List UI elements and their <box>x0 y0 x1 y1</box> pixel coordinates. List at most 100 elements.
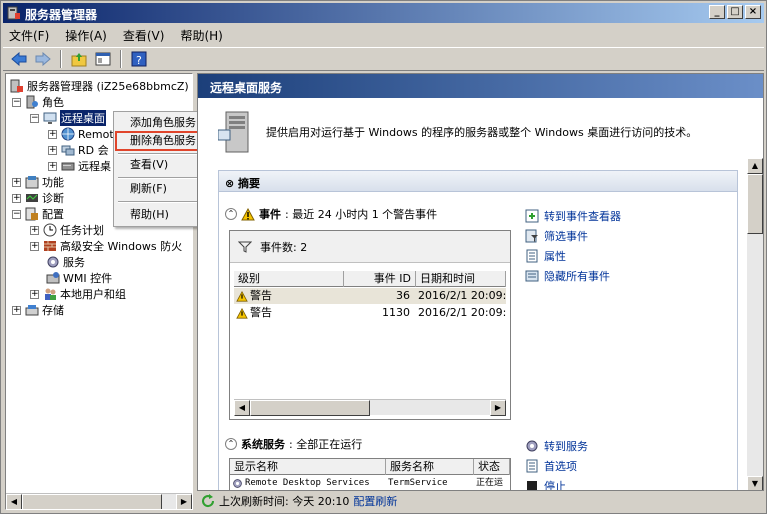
back-button[interactable] <box>9 49 29 69</box>
server-icon <box>218 111 249 153</box>
expand-toggle[interactable]: + <box>30 289 39 299</box>
folder-up-icon <box>71 53 87 67</box>
filter-icon[interactable] <box>238 241 252 253</box>
column-status[interactable]: 状态 <box>474 459 510 475</box>
action-properties[interactable]: 属性 <box>525 248 566 264</box>
event-id: 1130 <box>382 306 410 319</box>
scroll-thumb[interactable] <box>250 400 370 416</box>
column-service-name[interactable]: 服务名称 <box>386 459 474 475</box>
action-filter-events[interactable]: 筛选事件 <box>525 228 588 244</box>
collapse-toggle[interactable]: − <box>12 209 21 219</box>
tree-item-wmi[interactable]: WMI 控件 <box>46 270 112 286</box>
tree-item-firewall[interactable]: + 高级安全 Windows 防火 <box>30 238 182 254</box>
services-gear-icon <box>526 440 538 452</box>
globe-icon <box>61 127 75 141</box>
tree-item-task-scheduler[interactable]: + 任务计划 <box>30 222 104 238</box>
expand-toggle[interactable]: + <box>30 225 39 235</box>
scroll-left-button[interactable]: ◀ <box>6 494 22 509</box>
action-label: 转到事件查看器 <box>544 210 621 223</box>
action-label: 隐藏所有事件 <box>544 270 610 283</box>
hide-events-icon <box>525 270 539 282</box>
menu-help[interactable]: 帮助(H) <box>180 27 222 44</box>
server-manager-app-icon <box>7 6 20 20</box>
collapse-toggle[interactable]: − <box>30 113 39 123</box>
menu-file[interactable]: 文件(F) <box>9 27 49 44</box>
summary-collapse-icon[interactable]: ⊗ <box>225 177 238 190</box>
action-hide-all-events[interactable]: 隐藏所有事件 <box>525 268 610 284</box>
tree-label: 任务计划 <box>60 224 104 237</box>
menu-action[interactable]: 操作(A) <box>65 27 107 44</box>
scroll-up-button[interactable]: ▲ <box>747 158 763 174</box>
expand-toggle[interactable]: + <box>48 129 57 139</box>
action-go-to-services[interactable]: 转到服务 <box>525 438 588 454</box>
scroll-right-button[interactable]: ▶ <box>490 400 506 416</box>
close-button[interactable]: × <box>745 5 761 19</box>
expand-toggle[interactable]: + <box>12 177 21 187</box>
tree-item-storage[interactable]: + 存储 <box>12 302 64 318</box>
title-bar[interactable]: 服务器管理器 _ □ × <box>3 3 764 23</box>
server-rack-icon <box>61 162 75 171</box>
event-level: 警告 <box>250 289 272 302</box>
expand-toggle[interactable]: + <box>12 193 21 203</box>
column-event-id[interactable]: 事件 ID <box>344 271 416 287</box>
tree-item-rd-session[interactable]: + RD 会 <box>48 142 109 158</box>
column-display-name[interactable]: 显示名称 <box>230 459 386 475</box>
tree-item-diagnostics[interactable]: + 诊断 <box>12 190 64 206</box>
expand-toggle[interactable]: + <box>30 241 39 251</box>
action-stop[interactable]: 停止 <box>525 478 566 490</box>
last-refresh-label: 上次刷新时间: 今天 20:10 <box>219 495 350 508</box>
action-go-to-event-viewer[interactable]: 转到事件查看器 <box>525 208 621 224</box>
scroll-thumb[interactable] <box>22 494 162 509</box>
event-row[interactable]: 警告 1130 2016/2/1 20:09:0 <box>234 305 506 321</box>
services-header[interactable]: ⌃ 系统服务 : 全部正在运行 <box>225 436 362 452</box>
tree-item-server-manager[interactable]: 服务器管理器 (iZ25e68bbmcZ) <box>10 78 189 94</box>
expand-toggle[interactable]: + <box>48 145 57 155</box>
tree-item-features[interactable]: + 功能 <box>12 174 64 190</box>
forward-button[interactable] <box>33 49 53 69</box>
tree-item-roles[interactable]: − 角色 <box>12 94 64 110</box>
expand-toggle[interactable]: + <box>48 161 57 171</box>
scroll-right-button[interactable]: ▶ <box>176 494 192 509</box>
tree-item-remote-child[interactable]: + Remot <box>48 126 114 142</box>
scroll-down-button[interactable]: ▼ <box>747 476 763 490</box>
tree-item-remote-child2[interactable]: + 远程桌 <box>48 158 111 174</box>
services-title: 系统服务 <box>241 438 285 451</box>
content-header: 远程桌面服务 <box>198 74 763 98</box>
action-preferences[interactable]: 首选项 <box>525 458 577 474</box>
scroll-left-button[interactable]: ◀ <box>234 400 250 416</box>
event-row[interactable]: 警告 36 2016/2/1 20:09:5 <box>234 288 506 304</box>
role-banner: 提供启用对运行基于 Windows 的程序的服务器或整个 Windows 桌面进… <box>198 98 748 158</box>
up-level-button[interactable] <box>69 49 89 69</box>
tree-item-remote-desktop[interactable]: − 远程桌面 <box>30 110 106 126</box>
column-level[interactable]: 级别 <box>234 271 344 287</box>
events-collapse-icon[interactable]: ⌃ <box>225 208 237 220</box>
maximize-button[interactable]: □ <box>727 5 743 19</box>
service-row[interactable]: Remote Desktop Services TermService 正在运 <box>230 475 510 490</box>
collapse-toggle[interactable]: − <box>12 97 21 107</box>
console-tree-icon <box>95 52 111 66</box>
configure-refresh-link[interactable]: 配置刷新 <box>353 493 397 509</box>
summary-header[interactable]: ⊗ 摘要 <box>218 170 738 192</box>
event-filter-bar: 事件数: 2 <box>230 231 510 263</box>
service-name: TermService <box>388 478 448 488</box>
scroll-thumb[interactable] <box>747 174 763 234</box>
tree-label: 配置 <box>42 208 64 221</box>
tree-item-local-users[interactable]: + 本地用户和组 <box>30 286 126 302</box>
wmi-icon <box>46 272 60 284</box>
tree-item-services[interactable]: 服务 <box>46 254 85 270</box>
column-datetime[interactable]: 日期和时间 <box>416 271 506 287</box>
minimize-button[interactable]: _ <box>709 5 725 19</box>
tree-label: 诊断 <box>42 192 64 205</box>
tree-item-configuration[interactable]: − 配置 <box>12 206 64 222</box>
menu-view[interactable]: 查看(V) <box>123 27 165 44</box>
events-header[interactable]: ⌃ 事件 : 最近 24 小时内 1 个警告事件 <box>225 206 437 222</box>
help-button[interactable]: ? <box>129 49 149 69</box>
warning-icon <box>241 207 255 220</box>
tree-horizontal-scrollbar[interactable]: ◀ ▶ <box>6 493 192 509</box>
toolbar-separator <box>60 50 62 68</box>
show-hide-tree-button[interactable] <box>93 49 113 69</box>
content-vertical-scrollbar[interactable]: ▲ ▼ <box>747 158 763 490</box>
expand-toggle[interactable]: + <box>12 305 21 315</box>
events-horizontal-scrollbar[interactable]: ◀ ▶ <box>234 399 506 416</box>
services-collapse-icon[interactable]: ⌃ <box>225 438 237 450</box>
